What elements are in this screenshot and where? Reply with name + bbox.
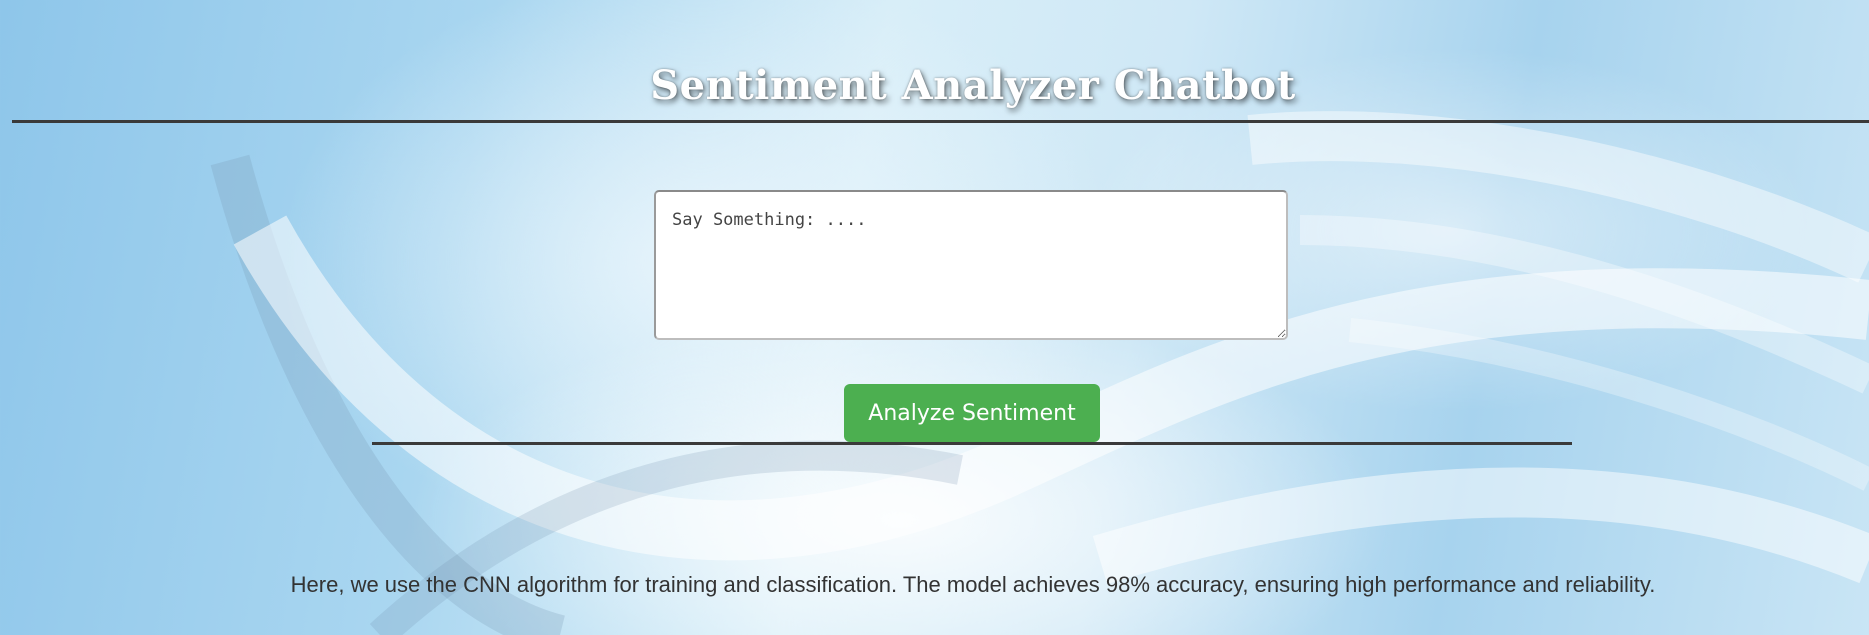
page-title: Sentiment Analyzer Chatbot [650,62,1296,109]
form-divider [372,442,1572,445]
model-description: Here, we use the CNN algorithm for train… [290,572,1656,597]
analyze-sentiment-button[interactable]: Analyze Sentiment [844,384,1100,442]
header-divider [12,120,1869,123]
message-input[interactable] [654,190,1288,340]
